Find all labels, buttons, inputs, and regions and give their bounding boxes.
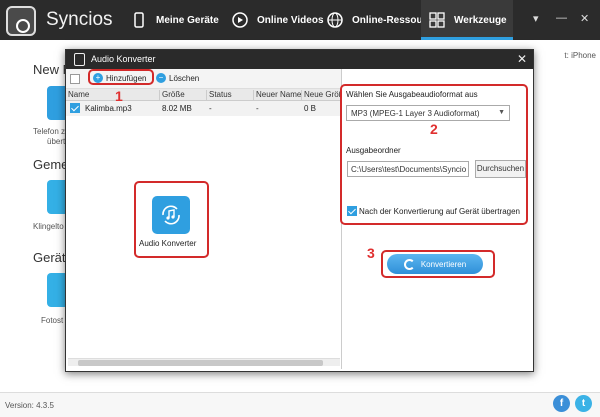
facebook-icon[interactable]: f [553,395,570,412]
cell-new-name: - [256,104,259,113]
section-heading-device: Gerät [33,250,66,265]
row-checkbox[interactable] [70,103,80,113]
cell-new-size: 0 B [304,104,317,113]
callout-box-convert [381,250,495,278]
column-header[interactable]: Status [206,90,253,101]
tile-caption: Telefon z [33,127,66,136]
callout-box-settings [340,84,528,225]
nav-label: Werkzeuge [454,14,507,26]
file-table-header: Name Größe Status Neuer Name Neue Größ [66,89,341,101]
play-icon [232,11,248,29]
delete-button[interactable]: − Löschen [156,73,199,83]
dialog-close-icon[interactable]: ✕ [517,52,527,66]
cell-name: Kalimba.mp3 [85,104,132,113]
nav-my-devices[interactable]: Meine Geräte [131,0,219,40]
callout-number: 3 [367,245,375,261]
column-header[interactable]: Neue Größ [301,90,341,101]
top-bar: Syncios Meine Geräte Online Videos Onlin… [0,0,600,40]
syncios-logo-icon [6,6,36,36]
nav-online-videos[interactable]: Online Videos [232,0,324,40]
twitter-icon[interactable]: t [575,395,592,412]
delete-label: Löschen [169,73,200,83]
tile-caption: Klingelto [33,222,64,231]
callout-number: 2 [430,121,438,137]
status-bar: Version: 4.3.5 [0,392,600,417]
scroll-thumb[interactable] [78,360,323,366]
select-all-checkbox[interactable] [70,74,80,84]
column-header[interactable]: Name [66,90,159,101]
tile-caption: übert [47,137,66,146]
app-title: Syncios [46,9,113,30]
converter-icon [74,53,85,66]
version-label: Version: 4.3.5 [5,401,54,410]
globe-icon [327,11,343,29]
nav-tools[interactable]: Werkzeuge [421,0,513,40]
tile-caption: Fotost [41,316,64,325]
menu-chevron-icon[interactable]: ▾ [533,12,539,25]
device-label: t: iPhone [564,51,596,60]
cell-size: 8.02 MB [162,104,192,113]
close-icon[interactable]: ✕ [580,12,589,25]
callout-number: 1 [115,88,123,104]
callout-box-tile [134,181,209,258]
minus-icon: − [156,73,166,83]
phone-icon [131,11,147,29]
table-row[interactable]: Kalimba.mp3 8.02 MB - - 0 B [66,101,341,116]
callout-box-add [88,69,154,85]
nav-label: Meine Geräte [156,14,219,26]
column-header[interactable]: Neuer Name [253,90,301,101]
section-heading-common: Geme [33,157,69,172]
dialog-title: Audio Konverter [91,54,156,64]
horizontal-scrollbar[interactable] [68,358,340,366]
nav-label: Online Videos [257,14,324,26]
column-header[interactable]: Größe [159,90,206,101]
minimize-icon[interactable]: — [556,12,567,24]
dialog-titlebar: Audio Konverter ✕ [66,50,533,69]
grid-icon [429,11,445,29]
cell-status: - [209,104,212,113]
